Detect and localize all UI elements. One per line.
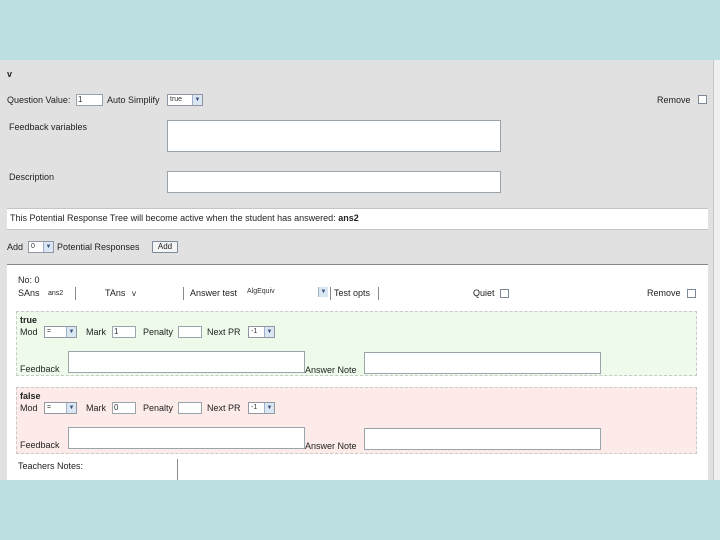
true-answer-note-label: Answer Note xyxy=(305,365,357,375)
true-answer-note-input[interactable] xyxy=(364,352,601,374)
tans-value[interactable]: v xyxy=(132,288,136,299)
sans-label: SAns xyxy=(18,288,40,298)
answer-test-value: AlgEquiv xyxy=(247,288,275,295)
node-title: No: 0 xyxy=(18,275,40,285)
false-mark-label: Mark xyxy=(86,403,106,413)
quiet-checkbox[interactable] xyxy=(500,289,509,298)
description-label: Description xyxy=(9,172,55,182)
true-next-pr-value: -1 xyxy=(251,328,258,335)
false-penalty-input[interactable] xyxy=(178,402,202,414)
sans-value[interactable]: ans2 xyxy=(48,288,63,299)
false-branch: false Mod = ▼ Mark 0 Penalty Next PR -1 … xyxy=(16,387,697,454)
add-label: Add xyxy=(7,242,24,252)
true-feedback-label: Feedback xyxy=(20,364,60,374)
true-penalty-input[interactable] xyxy=(178,326,202,338)
field-divider xyxy=(330,287,331,300)
potential-response-node: No: 0 SAns ans2 TAns v Answer test AlgEq… xyxy=(7,264,708,480)
question-value-input[interactable]: 1 xyxy=(76,94,103,106)
false-answer-note-input[interactable] xyxy=(364,428,601,450)
true-mark-input[interactable]: 1 xyxy=(112,326,136,338)
answer-test-label: Answer test xyxy=(190,288,238,298)
true-mod-select[interactable]: = ▼ xyxy=(44,326,77,338)
false-next-pr-label: Next PR xyxy=(207,403,241,413)
false-next-pr-select[interactable]: -1 ▼ xyxy=(248,402,275,414)
chevron-down-icon: ▼ xyxy=(318,287,328,297)
true-branch: true Mod = ▼ Mark 1 Penalty Next PR -1 ▼… xyxy=(16,311,697,376)
activation-answer-name: ans2 xyxy=(338,213,359,223)
false-penalty-label: Penalty xyxy=(143,403,174,413)
remove-label: Remove xyxy=(657,95,691,105)
add-count-select[interactable]: 0 ▼ xyxy=(28,241,54,253)
false-mod-value: = xyxy=(47,404,52,411)
potential-responses-label: Potential Responses xyxy=(57,242,140,252)
chevron-down-icon: ▼ xyxy=(264,403,274,413)
chevron-down-icon: ▼ xyxy=(66,327,76,337)
true-penalty-label: Penalty xyxy=(143,327,174,337)
chevron-down-icon: ▼ xyxy=(43,242,53,252)
true-feedback-textarea[interactable] xyxy=(68,351,305,373)
question-value-label: Question Value: xyxy=(7,95,71,105)
true-mod-label: Mod xyxy=(20,327,38,337)
auto-simplify-label: Auto Simplify xyxy=(107,95,160,105)
false-branch-title: false xyxy=(20,391,41,401)
true-next-pr-label: Next PR xyxy=(207,327,241,337)
auto-simplify-select[interactable]: true ▼ xyxy=(167,94,203,106)
false-mark-input[interactable]: 0 xyxy=(112,402,136,414)
collapse-toggle[interactable]: v xyxy=(7,69,12,80)
true-branch-title: true xyxy=(20,315,38,325)
chevron-down-icon: ▼ xyxy=(66,403,76,413)
true-mark-label: Mark xyxy=(86,327,106,337)
teachers-notes-label: Teachers Notes: xyxy=(18,461,84,471)
false-feedback-label: Feedback xyxy=(20,440,60,450)
false-next-pr-value: -1 xyxy=(251,404,258,411)
activation-notice-text: This Potential Response Tree will become… xyxy=(10,213,336,223)
tans-label: TAns xyxy=(105,288,126,298)
activation-notice: This Potential Response Tree will become… xyxy=(7,208,708,230)
feedback-variables-label: Feedback variables xyxy=(9,122,88,132)
remove-checkbox[interactable] xyxy=(698,95,707,104)
test-opts-label: Test opts xyxy=(334,288,371,298)
prt-editor-panel: v Question Value: 1 Auto Simplify true ▼… xyxy=(0,60,720,480)
node-remove-label: Remove xyxy=(647,288,681,298)
false-feedback-textarea[interactable] xyxy=(68,427,305,449)
node-remove-checkbox[interactable] xyxy=(687,289,696,298)
false-mod-label: Mod xyxy=(20,403,38,413)
add-count-value: 0 xyxy=(31,243,35,250)
field-divider xyxy=(378,287,379,300)
description-input[interactable] xyxy=(167,171,501,193)
vertical-scrollbar[interactable] xyxy=(713,60,720,480)
false-mod-select[interactable]: = ▼ xyxy=(44,402,77,414)
quiet-label: Quiet xyxy=(473,288,495,298)
false-answer-note-label: Answer Note xyxy=(305,441,357,451)
auto-simplify-value: true xyxy=(170,96,183,103)
field-divider xyxy=(183,287,184,300)
chevron-down-icon: ▼ xyxy=(192,95,202,105)
teachers-notes-input[interactable] xyxy=(177,459,178,480)
true-next-pr-select[interactable]: -1 ▼ xyxy=(248,326,275,338)
field-divider xyxy=(75,287,76,300)
answer-test-select[interactable]: AlgEquiv ▼ xyxy=(245,287,328,299)
feedback-variables-textarea[interactable] xyxy=(167,120,501,152)
true-mod-value: = xyxy=(47,328,52,335)
add-potential-responses-button[interactable]: Add xyxy=(152,241,178,253)
chevron-down-icon: ▼ xyxy=(264,327,274,337)
